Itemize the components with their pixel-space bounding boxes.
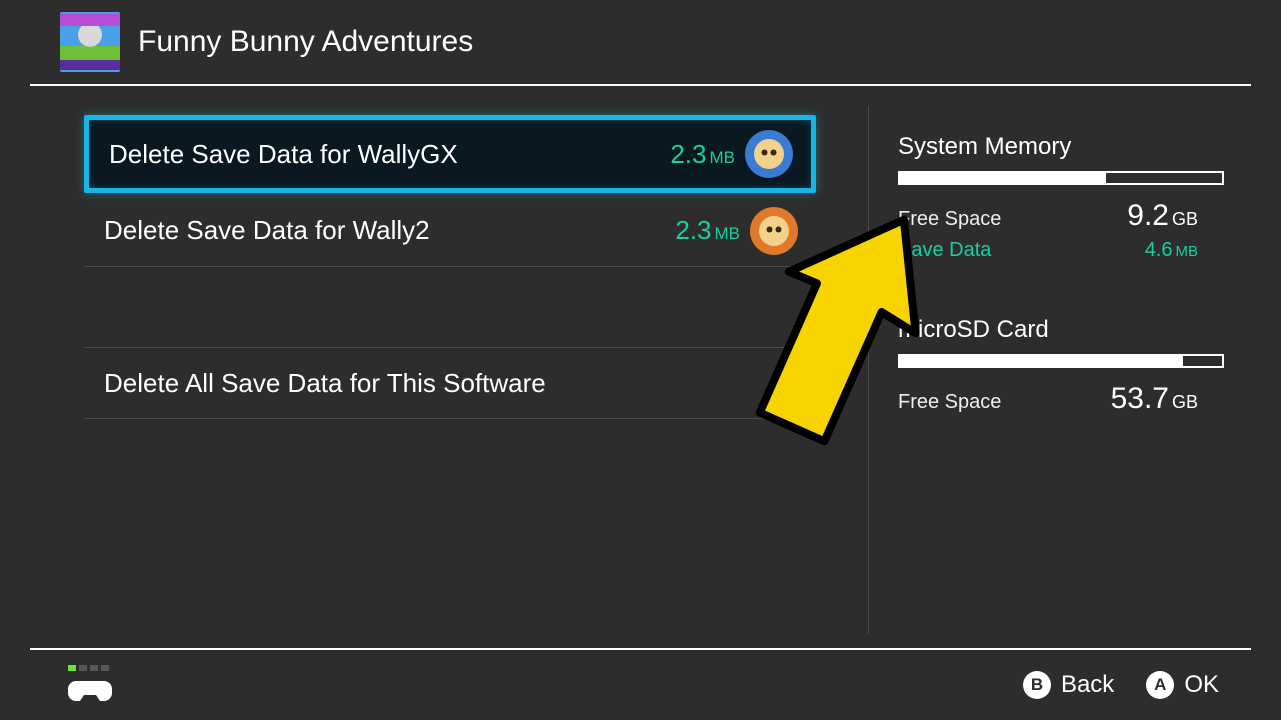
save-data-list: Delete Save Data for WallyGX 2.3MB Delet… [84,115,816,419]
system-memory-bar [898,171,1224,185]
system-free-value: 9.2GB [1127,199,1198,233]
spacer [84,267,816,347]
sd-free-label: Free Space [898,391,1001,414]
player-indicator [68,665,112,705]
save-row-size: 2.3MB [670,139,735,170]
sd-card-bar [898,354,1224,368]
save-row-label: Delete Save Data for WallyGX [109,139,670,170]
a-button-icon: A [1146,671,1174,699]
ok-button-label: OK [1184,671,1219,699]
sd-card-title: microSD Card [898,316,1198,344]
system-savedata-label: Save Data [898,239,991,262]
system-free-label: Free Space [898,208,1001,231]
delete-all-row[interactable]: Delete All Save Data for This Software [84,347,816,419]
sd-card-bar-fill [900,356,1183,366]
save-row-size: 2.3MB [675,215,740,246]
sd-free-value: 53.7GB [1111,382,1198,416]
system-free-row: Free Space 9.2GB [898,199,1198,233]
footer: B Back A OK [30,648,1251,720]
game-icon [60,12,120,72]
b-button-icon: B [1023,671,1051,699]
back-button[interactable]: B Back [1023,671,1114,699]
system-memory-bar-fill [900,173,1106,183]
system-savedata-value: 4.6MB [1145,239,1198,262]
storage-sidebar: System Memory Free Space 9.2GB Save Data… [868,115,1228,452]
save-row-wallygx[interactable]: Delete Save Data for WallyGX 2.3MB [84,115,816,193]
user-avatar-icon [745,130,793,178]
page-title: Funny Bunny Adventures [138,25,473,59]
save-row-wally2[interactable]: Delete Save Data for Wally2 2.3MB [84,195,816,267]
save-row-label: Delete Save Data for Wally2 [104,215,675,246]
system-memory-title: System Memory [898,133,1198,161]
delete-all-label: Delete All Save Data for This Software [104,368,798,399]
user-avatar-icon [750,207,798,255]
ok-button[interactable]: A OK [1146,671,1219,699]
system-memory-block: System Memory Free Space 9.2GB Save Data… [868,115,1228,298]
header: Funny Bunny Adventures [30,0,1251,86]
controller-icon [68,677,112,705]
system-savedata-row: Save Data 4.6MB [898,239,1198,262]
back-button-label: Back [1061,671,1114,699]
sd-card-block: microSD Card Free Space 53.7GB [868,298,1228,452]
sd-free-row: Free Space 53.7GB [898,382,1198,416]
